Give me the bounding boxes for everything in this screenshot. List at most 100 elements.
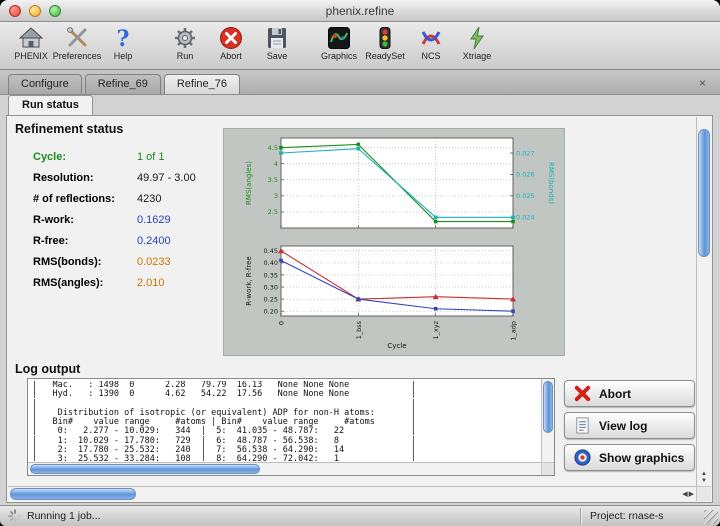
- log-vertical-scrollbar[interactable]: [541, 379, 554, 463]
- svg-text:1_adp: 1_adp: [510, 321, 518, 341]
- log-output-box[interactable]: | Mac. : 1498 0 2.28 79.79 16.13 None No…: [27, 378, 555, 476]
- svg-text:3: 3: [274, 192, 278, 200]
- save-icon: [264, 25, 290, 51]
- scrollbar-arrow-icons[interactable]: ▲▼: [697, 471, 711, 487]
- toolbar: PHENIX Preferences ? Help Run Abort Save…: [0, 22, 720, 70]
- scrollbar-arrow-icons[interactable]: ◀▶: [682, 490, 695, 498]
- main-content: Run status Refinement status Cycle: 1 of…: [0, 95, 720, 505]
- svg-text:3.5: 3.5: [268, 176, 278, 184]
- stat-row: Cycle: 1 of 1: [33, 146, 196, 167]
- scrollbar-thumb[interactable]: [543, 381, 553, 433]
- stat-value: 49.97 - 3.00: [137, 172, 196, 184]
- stat-label: Resolution:: [33, 172, 137, 184]
- toolbar-label: Abort: [220, 51, 242, 61]
- toolbar-label: NCS: [421, 51, 440, 61]
- stat-row: RMS(angles): 2.010: [33, 272, 196, 293]
- svg-text:0.027: 0.027: [516, 149, 535, 157]
- ncs-button[interactable]: NCS: [408, 25, 454, 61]
- toolbar-label: Run: [177, 51, 194, 61]
- view-log-button[interactable]: View log: [564, 412, 695, 439]
- svg-text:1_bss: 1_bss: [355, 320, 363, 339]
- graphics-sphere-icon: [573, 448, 592, 467]
- svg-text:0.025: 0.025: [516, 192, 535, 200]
- button-label: View log: [599, 419, 647, 433]
- stat-value: 4230: [137, 193, 161, 205]
- svg-text:0.45: 0.45: [264, 247, 278, 255]
- svg-text:1_xyz: 1_xyz: [432, 320, 440, 339]
- stat-value: 0.0233: [137, 256, 171, 268]
- tools-icon: [64, 25, 90, 51]
- stat-value: 2.010: [137, 277, 165, 289]
- graphics-button[interactable]: Graphics: [316, 25, 362, 61]
- readyset-button[interactable]: ReadySet: [362, 25, 408, 61]
- log-text: | Mac. : 1498 0 2.28 79.79 16.13 None No…: [32, 381, 540, 461]
- run-button[interactable]: Run: [162, 25, 208, 61]
- stat-row: # of reflections: 4230: [33, 188, 196, 209]
- svg-text:R-work, R-free: R-work, R-free: [245, 256, 253, 305]
- run-status-panel: Refinement status Cycle: 1 of 1 Resoluti…: [6, 115, 713, 503]
- window-title: phenix.refine: [0, 4, 720, 18]
- help-button[interactable]: ? Help: [100, 25, 146, 61]
- panel-horizontal-scrollbar[interactable]: ◀▶: [8, 486, 697, 501]
- document-icon: [573, 416, 592, 435]
- svg-text:Cycle: Cycle: [387, 342, 406, 350]
- phenix-button[interactable]: PHENIX: [8, 25, 54, 61]
- svg-text:0.20: 0.20: [264, 307, 278, 315]
- home-icon: [18, 25, 44, 51]
- tab-run-status[interactable]: Run status: [8, 95, 93, 115]
- phenix-refine-window: phenix.refine PHENIX Preferences ? Help …: [0, 0, 720, 526]
- stat-label: RMS(bonds):: [33, 256, 137, 268]
- toolbar-label: Save: [267, 51, 288, 61]
- svg-text:0: 0: [278, 321, 286, 325]
- refinement-charts: 2.533.544.50.0240.0250.0260.027RMS(angle…: [223, 128, 565, 356]
- stat-value: 1 of 1: [137, 151, 165, 163]
- stat-label: # of reflections:: [33, 193, 137, 205]
- stat-row: R-work: 0.1629: [33, 209, 196, 230]
- statusbar-divider: [580, 508, 582, 524]
- busy-spinner-icon: [8, 509, 22, 523]
- xtriage-button[interactable]: Xtriage: [454, 25, 500, 61]
- abort-icon: [218, 25, 244, 51]
- svg-text:0.30: 0.30: [264, 283, 278, 291]
- svg-text:0.024: 0.024: [516, 214, 535, 222]
- tab-refine-69[interactable]: Refine_69: [85, 74, 161, 94]
- toolbar-label: Help: [114, 51, 133, 61]
- toolbar-label: Graphics: [321, 51, 357, 61]
- svg-text:RMS(bonds): RMS(bonds): [547, 162, 555, 204]
- scrollbar-corner: [696, 486, 711, 501]
- svg-text:4.5: 4.5: [268, 144, 278, 152]
- preferences-button[interactable]: Preferences: [54, 25, 100, 61]
- graphics-icon: [326, 25, 352, 51]
- svg-text:?: ?: [117, 26, 130, 51]
- stat-label: R-work:: [33, 214, 137, 226]
- scrollbar-thumb[interactable]: [10, 488, 136, 500]
- tab-refine-76[interactable]: Refine_76: [164, 74, 240, 94]
- resize-grip[interactable]: [704, 510, 718, 524]
- abort-button[interactable]: Abort: [564, 380, 695, 407]
- toolbar-label: ReadySet: [365, 51, 405, 61]
- svg-text:4: 4: [274, 160, 278, 168]
- scrollbar-corner: [541, 462, 554, 475]
- svg-text:0.25: 0.25: [264, 295, 278, 303]
- abort-toolbar-button[interactable]: Abort: [208, 25, 254, 61]
- rms-chart: 2.533.544.50.0240.0250.0260.027RMS(angle…: [225, 130, 563, 242]
- status-text: Running 1 job...: [27, 510, 101, 522]
- scrollbar-thumb[interactable]: [698, 129, 710, 257]
- button-label: Show graphics: [599, 451, 684, 465]
- refinement-status-title: Refinement status: [15, 122, 123, 136]
- r-factors-chart: 0.200.250.300.350.400.45R-work, R-free01…: [225, 242, 563, 354]
- svg-text:RMS(angles): RMS(angles): [245, 161, 253, 205]
- stat-value: 0.1629: [137, 214, 171, 226]
- tab-configure[interactable]: Configure: [8, 74, 82, 94]
- xtriage-icon: [464, 25, 490, 51]
- panel-vertical-scrollbar[interactable]: ▲▼: [696, 117, 711, 487]
- gear-icon: [172, 25, 198, 51]
- stat-label: Cycle:: [33, 151, 137, 163]
- tab-close-icon[interactable]: ×: [699, 74, 712, 94]
- scrollbar-thumb[interactable]: [30, 464, 260, 474]
- log-horizontal-scrollbar[interactable]: [28, 462, 542, 475]
- status-bar: Running 1 job... Project: rnase-s: [0, 505, 720, 526]
- show-graphics-button[interactable]: Show graphics: [564, 444, 695, 471]
- traffic-light-icon: [372, 25, 398, 51]
- save-button[interactable]: Save: [254, 25, 300, 61]
